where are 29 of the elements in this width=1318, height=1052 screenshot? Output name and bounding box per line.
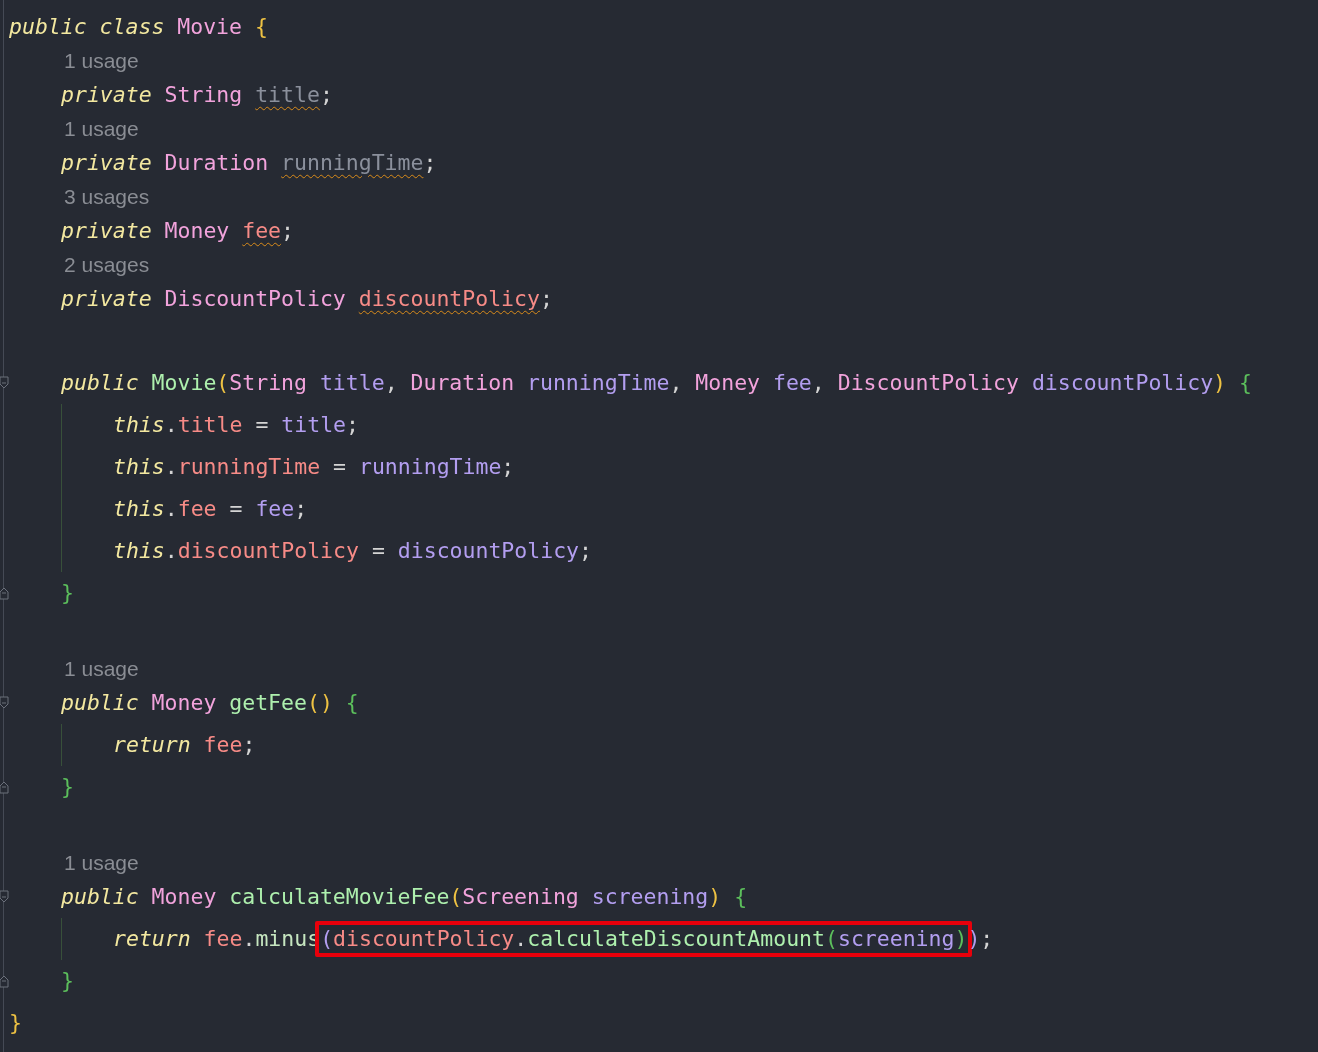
usage-hint[interactable]: 1 usage (64, 850, 139, 876)
usage-hint[interactable]: 3 usages (64, 184, 150, 210)
code-line: public Money calculateMovieFee(Screening screening) { (61, 883, 748, 911)
code-line: this.runningTime = runningTime; (113, 453, 515, 481)
code-line: } (9, 1009, 22, 1037)
fold-icon[interactable] (0, 890, 9, 904)
usage-hint[interactable]: 1 usage (64, 116, 139, 142)
code-line: public Movie(String title, Duration runningTime, Money fee, DiscountPolicy discountPolicy) { (61, 369, 1252, 397)
usage-hint[interactable]: 1 usage (64, 656, 139, 682)
code-line: public Money getFee() { (61, 689, 359, 717)
usage-hint[interactable]: 1 usage (64, 48, 139, 74)
code-line: this.discountPolicy = discountPolicy; (113, 537, 592, 565)
fold-icon[interactable] (0, 376, 9, 390)
code-line: this.fee = fee; (113, 495, 308, 523)
code-line: } (61, 773, 74, 801)
code-line: private Duration runningTime; (61, 149, 437, 177)
code-line: } (61, 967, 74, 995)
usage-hint[interactable]: 2 usages (64, 252, 150, 278)
fold-icon[interactable] (0, 780, 9, 794)
code-line: private String title; (61, 81, 333, 109)
code-line: public class Movie { (9, 13, 268, 41)
fold-icon[interactable] (0, 974, 9, 988)
code-line: } (61, 579, 74, 607)
code-line: private Money fee; (61, 217, 295, 245)
fold-icon[interactable] (0, 696, 9, 710)
code-line: private DiscountPolicy discountPolicy; (61, 285, 553, 313)
fold-icon[interactable] (0, 586, 9, 600)
code-line: this.title = title; (113, 411, 359, 439)
code-line: return fee; (113, 731, 256, 759)
